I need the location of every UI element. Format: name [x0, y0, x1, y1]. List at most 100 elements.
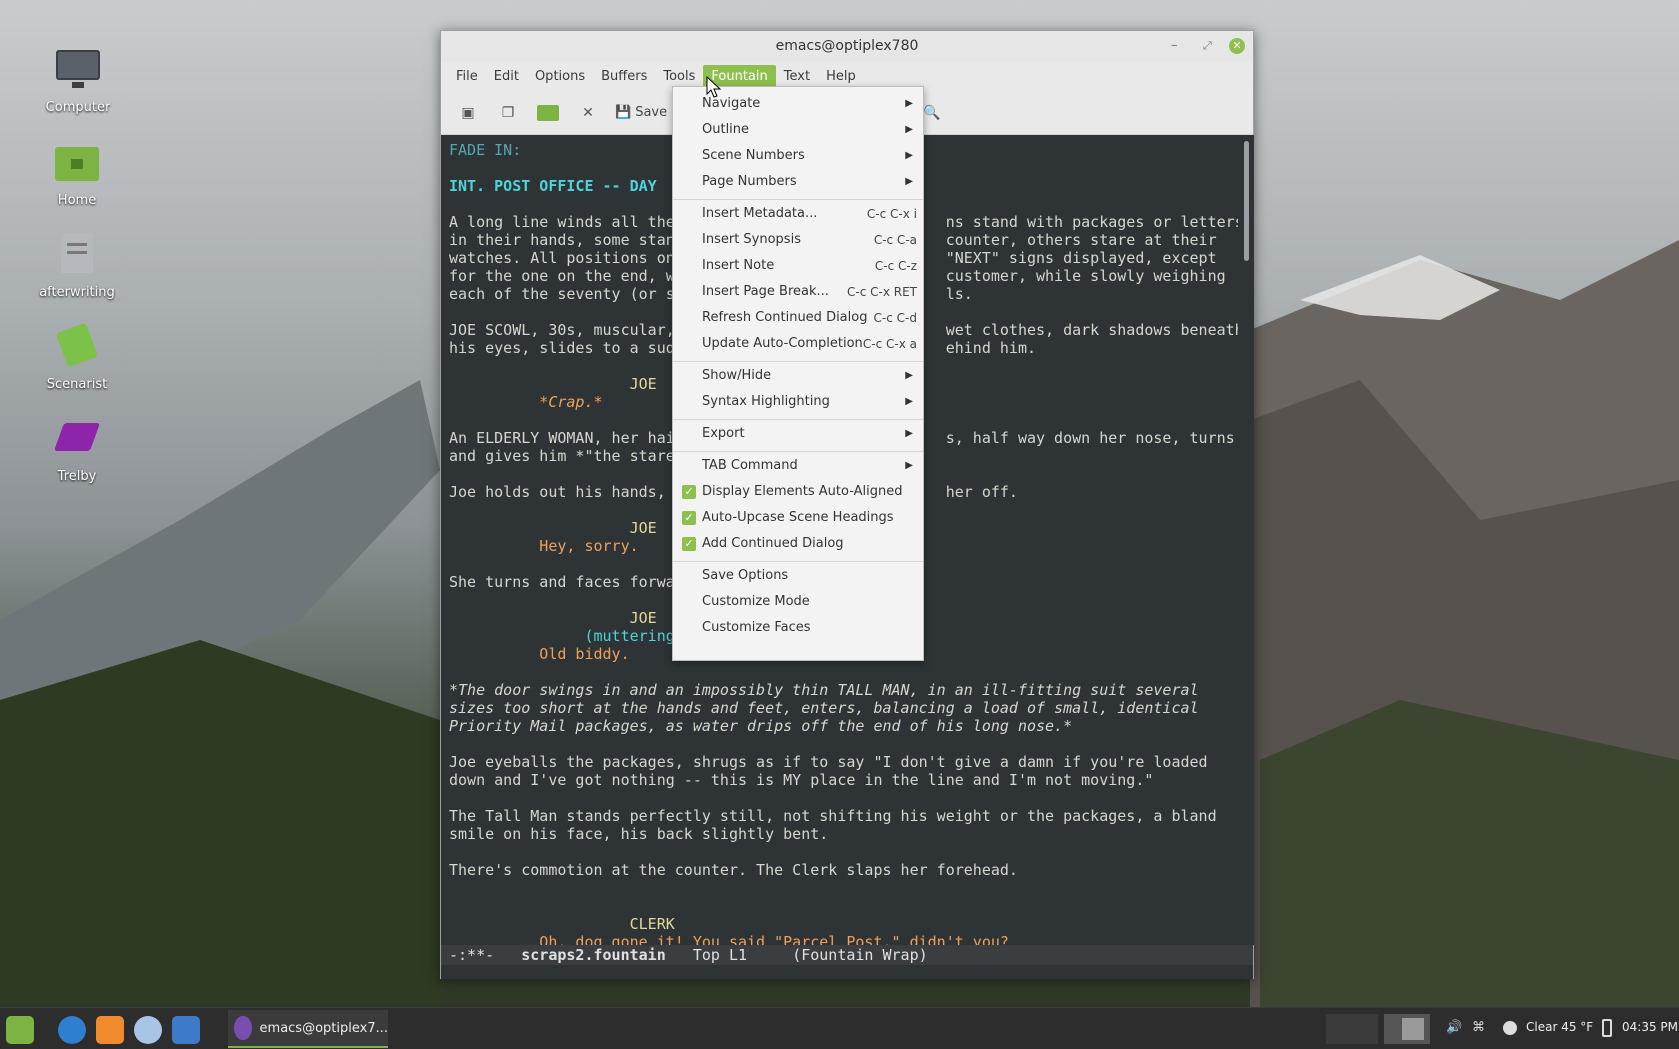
close-icon: ✕	[1229, 37, 1245, 54]
taskbar-window-emacs[interactable]: emacs@optiplex7...	[228, 1010, 388, 1048]
menu-item-insert-page-break[interactable]: Insert Page Break... C-c C-x RET	[673, 279, 923, 305]
menu-item-page-numbers[interactable]: Page Numbers ▶	[673, 169, 923, 195]
checkbox-checked-icon[interactable]: ✓	[682, 537, 696, 551]
weather-label[interactable]: Clear 45 °F	[1526, 1020, 1593, 1034]
menu-item-scene-numbers[interactable]: Scene Numbers ▶	[673, 143, 923, 169]
desktop-icon-scenarist[interactable]: Scenarist	[27, 322, 127, 392]
desktop-icon-afterwriting[interactable]: afterwriting	[27, 231, 127, 300]
clock[interactable]: 04:35 PM	[1622, 1020, 1678, 1034]
editor-line: FADE IN:	[449, 141, 522, 159]
menu-item-label: Outline	[702, 122, 750, 137]
close-button[interactable]: ✕	[1229, 31, 1245, 61]
firefox-icon[interactable]	[96, 1016, 124, 1044]
save-button[interactable]: 💾 Save	[615, 105, 667, 120]
checkbox-checked-icon[interactable]: ✓	[682, 485, 696, 499]
menu-item-label: Customize Faces	[702, 620, 811, 635]
menu-help[interactable]: Help	[818, 65, 864, 88]
screenshot-icon[interactable]	[172, 1016, 200, 1044]
save-icon: 💾	[615, 105, 632, 120]
emacs-icon	[234, 1016, 252, 1040]
taskbar: emacs@optiplex7... 🔊 ⌘ Clear 45 °F 04:35…	[0, 1007, 1679, 1049]
editor-line: Joe eyeballs the packages, shrugs as if …	[449, 753, 1208, 771]
editor-line: Old biddy.	[449, 645, 630, 663]
editor-line: *The door swings in and an impossibly th…	[449, 681, 1199, 699]
menu-item-show-hide[interactable]: Show/Hide ▶	[673, 363, 923, 389]
menu-item-export[interactable]: Export ▶	[673, 421, 923, 447]
menu-item-display-elements-auto-aligned[interactable]: ✓ Display Elements Auto-Aligned	[673, 479, 923, 505]
editor-line: There's commotion at the counter. The Cl…	[449, 861, 1018, 879]
battery-icon[interactable]	[1602, 1019, 1612, 1037]
close-buffer-icon[interactable]: ✕	[575, 100, 601, 126]
minimize-icon[interactable]: –	[1171, 31, 1178, 61]
menu-item-insert-metadata[interactable]: Insert Metadata... C-c C-x i	[673, 201, 923, 227]
desktop-icon-trelby[interactable]: Trelby	[27, 415, 127, 484]
editor-line: JOE	[449, 375, 657, 393]
menu-item-shortcut: C-c C-d	[873, 311, 917, 325]
folder-home-icon	[53, 139, 101, 187]
browser-icon[interactable]	[58, 1016, 86, 1044]
submenu-arrow-icon: ▶	[905, 370, 913, 381]
submenu-arrow-icon: ▶	[905, 150, 913, 161]
desktop-icon-computer[interactable]: Computer	[28, 46, 128, 115]
menu-item-label: Update Auto-Completion	[702, 336, 863, 351]
menu-item-label: Auto-Upcase Scene Headings	[702, 510, 894, 525]
volume-icon[interactable]: 🔊	[1446, 1020, 1462, 1035]
menu-separator	[673, 199, 923, 200]
desktop-icon-home[interactable]: Home	[27, 139, 127, 208]
menu-item-add-continued-dialog[interactable]: ✓ Add Continued Dialog	[673, 531, 923, 557]
app-icon[interactable]	[134, 1016, 162, 1044]
checkbox-checked-icon[interactable]: ✓	[682, 511, 696, 525]
menu-buffers[interactable]: Buffers	[593, 65, 655, 88]
menu-item-insert-note[interactable]: Insert Note C-c C-z	[673, 253, 923, 279]
desktop-icon-label: afterwriting	[39, 285, 115, 300]
workspace-1[interactable]	[1326, 1014, 1378, 1044]
open-file-icon[interactable]: ❐	[495, 100, 521, 126]
maximize-icon[interactable]: ⤢	[1203, 31, 1212, 61]
desktop-icon-label: Home	[57, 193, 97, 208]
network-icon[interactable]: ⌘	[1472, 1020, 1485, 1035]
save-label: Save	[635, 105, 668, 120]
taskbar-window-label: emacs@optiplex7...	[259, 1020, 388, 1036]
editor-line: Hey, sorry.	[449, 537, 639, 555]
submenu-arrow-icon: ▶	[905, 428, 913, 439]
menu-item-outline[interactable]: Outline ▶	[673, 117, 923, 143]
menu-launcher-icon[interactable]	[6, 1016, 34, 1044]
window-titlebar[interactable]: emacs@optiplex780 – ⤢ ✕	[441, 31, 1253, 61]
menu-item-shortcut: C-c C-z	[874, 259, 917, 273]
menu-file[interactable]: File	[448, 65, 486, 88]
minibuffer[interactable]	[441, 965, 1253, 979]
open-directory-icon[interactable]	[535, 100, 561, 126]
menu-item-shortcut: C-c C-x RET	[847, 285, 917, 299]
menu-options[interactable]: Options	[527, 65, 593, 88]
trelby-icon	[53, 415, 101, 463]
menu-item-update-auto-completion[interactable]: Update Auto-Completion C-c C-x a	[673, 331, 923, 357]
modeline-mode: (Fountain Wrap)	[792, 946, 928, 964]
menu-item-label: Insert Metadata...	[702, 206, 818, 221]
menu-item-auto-upcase-scene-headings[interactable]: ✓ Auto-Upcase Scene Headings	[673, 505, 923, 531]
editor-line: Oh, dog gone it! You said "Parcel Post,"…	[449, 933, 1009, 945]
editor-line: and gives him *"the stare	[449, 447, 675, 465]
menu-item-customize-mode[interactable]: Customize Mode	[673, 589, 923, 615]
menu-item-save-options[interactable]: Save Options	[673, 563, 923, 589]
menu-tools[interactable]: Tools	[655, 65, 703, 88]
menu-item-customize-faces[interactable]: Customize Faces	[673, 615, 923, 641]
menu-item-label: Show/Hide	[702, 368, 772, 383]
editor-line: Priority Mail packages, as water drips o…	[449, 717, 1073, 735]
menu-edit[interactable]: Edit	[486, 65, 527, 88]
menu-separator	[673, 561, 923, 562]
menu-text[interactable]: Text	[776, 65, 818, 88]
menu-item-tab-command[interactable]: TAB Command ▶	[673, 453, 923, 479]
editor-line: *Crap.*	[449, 393, 603, 411]
editor-line: JOE	[449, 609, 657, 627]
scrollbar-thumb[interactable]	[1244, 141, 1249, 261]
menu-item-refresh-continued-dialog[interactable]: Refresh Continued Dialog C-c C-d	[673, 305, 923, 331]
menu-item-insert-synopsis[interactable]: Insert Synopsis C-c C-a	[673, 227, 923, 253]
document-icon	[53, 231, 101, 279]
modeline-buffer: scraps2.fountain	[521, 946, 666, 964]
menu-item-syntax-highlighting[interactable]: Syntax Highlighting ▶	[673, 389, 923, 415]
scrollbar[interactable]	[1240, 135, 1254, 945]
menu-item-label: Insert Synopsis	[702, 232, 801, 247]
new-file-icon[interactable]: ▣	[455, 100, 481, 126]
mouse-pointer-icon	[706, 76, 722, 98]
workspace-2[interactable]	[1384, 1014, 1430, 1044]
